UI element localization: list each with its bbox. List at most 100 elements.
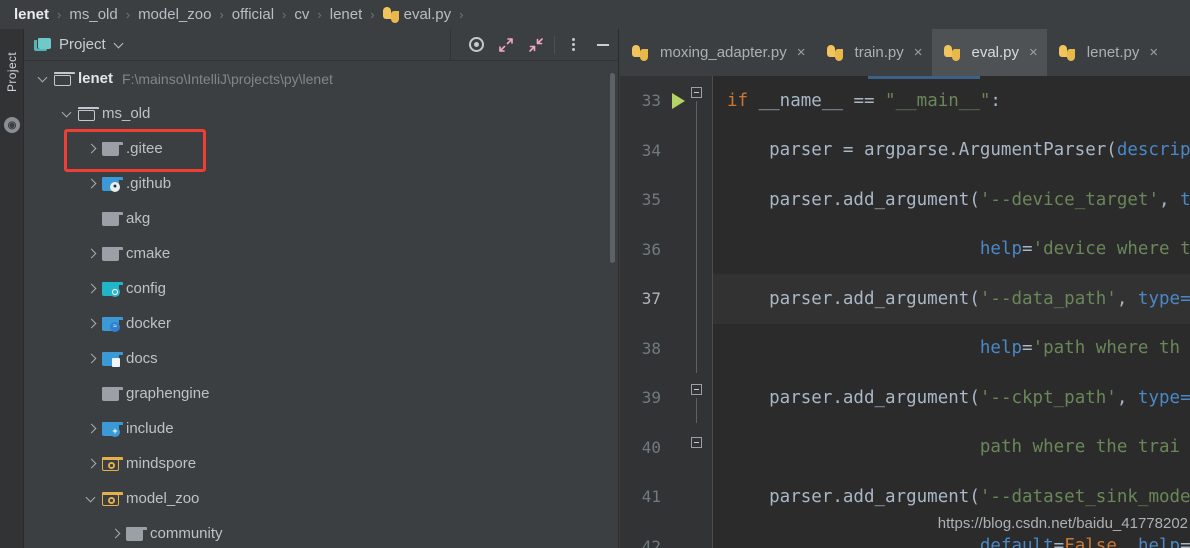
breadcrumb-item[interactable]: ms_old bbox=[69, 6, 117, 23]
tree-item-lenet[interactable]: lenet F:\mainso\IntelliJ\projects\py\lene… bbox=[24, 61, 618, 96]
tree-item-docs[interactable]: docs bbox=[24, 341, 618, 376]
tree-item-label: include bbox=[126, 420, 174, 437]
code-line[interactable]: 37 parser.add_argument('--data_path', ty… bbox=[620, 274, 1190, 324]
code-token: help bbox=[1137, 536, 1181, 548]
tool-window-button-project[interactable]: Project bbox=[2, 37, 22, 107]
minimize-icon bbox=[597, 43, 609, 46]
gutter-marker[interactable] bbox=[672, 472, 712, 522]
gutter-marker[interactable] bbox=[672, 324, 712, 374]
code-line[interactable]: 39 parser.add_argument('--ckpt_path', ty… bbox=[620, 373, 1190, 423]
chevron-down-icon[interactable] bbox=[36, 71, 52, 87]
chevron-right-icon[interactable] bbox=[84, 141, 100, 157]
chevron-right-icon[interactable] bbox=[84, 316, 100, 332]
gutter-marker[interactable] bbox=[672, 76, 712, 126]
editor-tab-eval-py[interactable]: eval.py × bbox=[931, 29, 1047, 76]
code-line[interactable]: 36 help ='device where t bbox=[620, 224, 1190, 275]
tree-item--gitee[interactable]: .gitee bbox=[24, 131, 618, 166]
line-number: 42 bbox=[641, 536, 661, 548]
project-tree[interactable]: lenet F:\mainso\IntelliJ\projects\py\lene… bbox=[24, 61, 618, 548]
chevron-right-icon[interactable] bbox=[84, 246, 100, 262]
options-button[interactable] bbox=[558, 29, 588, 61]
editor-tab-label: train.py bbox=[854, 44, 904, 61]
fold-collapse-icon[interactable] bbox=[691, 86, 702, 98]
run-button-icon[interactable] bbox=[672, 92, 685, 109]
tree-item-community[interactable]: community bbox=[24, 516, 618, 548]
fold-end-icon[interactable] bbox=[691, 437, 702, 449]
project-scrollbar[interactable] bbox=[610, 73, 615, 263]
gutter-marker[interactable] bbox=[672, 373, 712, 423]
gutter-marker[interactable] bbox=[672, 175, 712, 225]
code-token: help bbox=[979, 338, 1023, 359]
python-icon bbox=[632, 44, 648, 61]
code-line[interactable]: 40 path where the trai bbox=[620, 422, 1190, 472]
structure-icon[interactable]: ◉ bbox=[4, 117, 20, 133]
code-token: __name__ bbox=[758, 90, 854, 111]
tree-item-label: akg bbox=[126, 210, 151, 227]
collapse-all-button[interactable] bbox=[521, 29, 551, 61]
breadcrumb-item[interactable]: cv bbox=[294, 6, 309, 23]
gutter-marker[interactable] bbox=[672, 274, 712, 324]
breadcrumb-item[interactable]: eval.py bbox=[404, 6, 452, 23]
editor-tab-moxing_adapter-py[interactable]: moxing_adapter.py × bbox=[620, 29, 815, 76]
fold-collapse-icon[interactable] bbox=[691, 383, 702, 395]
chevron-down-icon[interactable] bbox=[84, 491, 100, 507]
tree-item-mindspore[interactable]: mindspore bbox=[24, 446, 618, 481]
chevron-right-icon[interactable] bbox=[84, 176, 100, 192]
code-token: , bbox=[1116, 536, 1138, 548]
chevron-right-icon[interactable] bbox=[84, 421, 100, 437]
code-token: '--ckpt_path' bbox=[979, 387, 1117, 408]
close-icon[interactable]: × bbox=[914, 44, 923, 61]
close-icon[interactable]: × bbox=[797, 44, 806, 61]
chevron-right-icon[interactable] bbox=[84, 351, 100, 367]
project-panel-title: Project bbox=[59, 36, 106, 53]
project-panel-actions bbox=[450, 28, 618, 61]
chevron-right-icon[interactable] bbox=[84, 456, 100, 472]
code-editor[interactable]: 33 if __name__ == "__main__":34 parser = … bbox=[620, 76, 1190, 548]
expand-all-button[interactable] bbox=[491, 29, 521, 61]
hide-panel-button[interactable] bbox=[588, 29, 618, 61]
editor-tab-lenet-py[interactable]: lenet.py × bbox=[1047, 29, 1167, 76]
code-token: parser.add_argument( bbox=[727, 189, 980, 210]
chevron-right-icon[interactable] bbox=[84, 281, 100, 297]
tree-item--github[interactable]: ● .github bbox=[24, 166, 618, 201]
tree-item-ms-old[interactable]: ms_old bbox=[24, 96, 618, 131]
code-token: '--data_path' bbox=[979, 288, 1117, 309]
tree-item-config[interactable]: config bbox=[24, 271, 618, 306]
code-token: "__main__" bbox=[885, 90, 991, 111]
editor-tab-train-py[interactable]: train.py × bbox=[815, 29, 932, 76]
code-line[interactable]: 34 parser = argparse.ArgumentParser(desc… bbox=[620, 125, 1190, 176]
folder-gray-icon bbox=[126, 526, 147, 541]
folder-docs-icon bbox=[102, 351, 123, 367]
chevron-right-icon[interactable] bbox=[108, 526, 124, 542]
tree-item-model-zoo[interactable]: model_zoo bbox=[24, 481, 618, 516]
breadcrumb-item[interactable]: model_zoo bbox=[138, 6, 211, 23]
tree-item-include[interactable]: include bbox=[24, 411, 618, 446]
folder-config-icon bbox=[102, 281, 123, 297]
tree-item-docker[interactable]: ≈ docker bbox=[24, 306, 618, 341]
gutter-marker[interactable] bbox=[672, 522, 712, 548]
tree-item-label: mindspore bbox=[126, 455, 197, 472]
gutter-marker[interactable] bbox=[672, 225, 712, 275]
tree-item-graphengine[interactable]: graphengine bbox=[24, 376, 618, 411]
breadcrumb-item[interactable]: official bbox=[232, 6, 274, 23]
code-token: t bbox=[1180, 189, 1190, 210]
chevron-down-icon[interactable] bbox=[115, 40, 124, 49]
collapse-arrows-icon bbox=[528, 37, 544, 53]
code-line-text: parser.add_argument('--data_path', type= bbox=[727, 274, 1190, 324]
code-line[interactable]: 35 parser.add_argument('--device_target'… bbox=[620, 175, 1190, 225]
close-icon[interactable]: × bbox=[1149, 44, 1158, 61]
locate-target-button[interactable] bbox=[461, 29, 491, 61]
code-line[interactable]: 33 if __name__ == "__main__": bbox=[620, 76, 1190, 126]
gutter-marker[interactable] bbox=[672, 126, 712, 176]
close-icon[interactable]: × bbox=[1029, 44, 1038, 61]
breadcrumb-item[interactable]: lenet bbox=[14, 6, 49, 23]
tree-item-cmake[interactable]: cmake bbox=[24, 236, 618, 271]
tree-item-akg[interactable]: akg bbox=[24, 201, 618, 236]
breadcrumb-separator: › bbox=[57, 7, 62, 22]
code-token: = bbox=[1022, 239, 1033, 260]
chevron-down-icon[interactable] bbox=[60, 106, 76, 122]
code-line[interactable]: 38 help ='path where th bbox=[620, 323, 1190, 374]
breadcrumb-item[interactable]: lenet bbox=[330, 6, 363, 23]
